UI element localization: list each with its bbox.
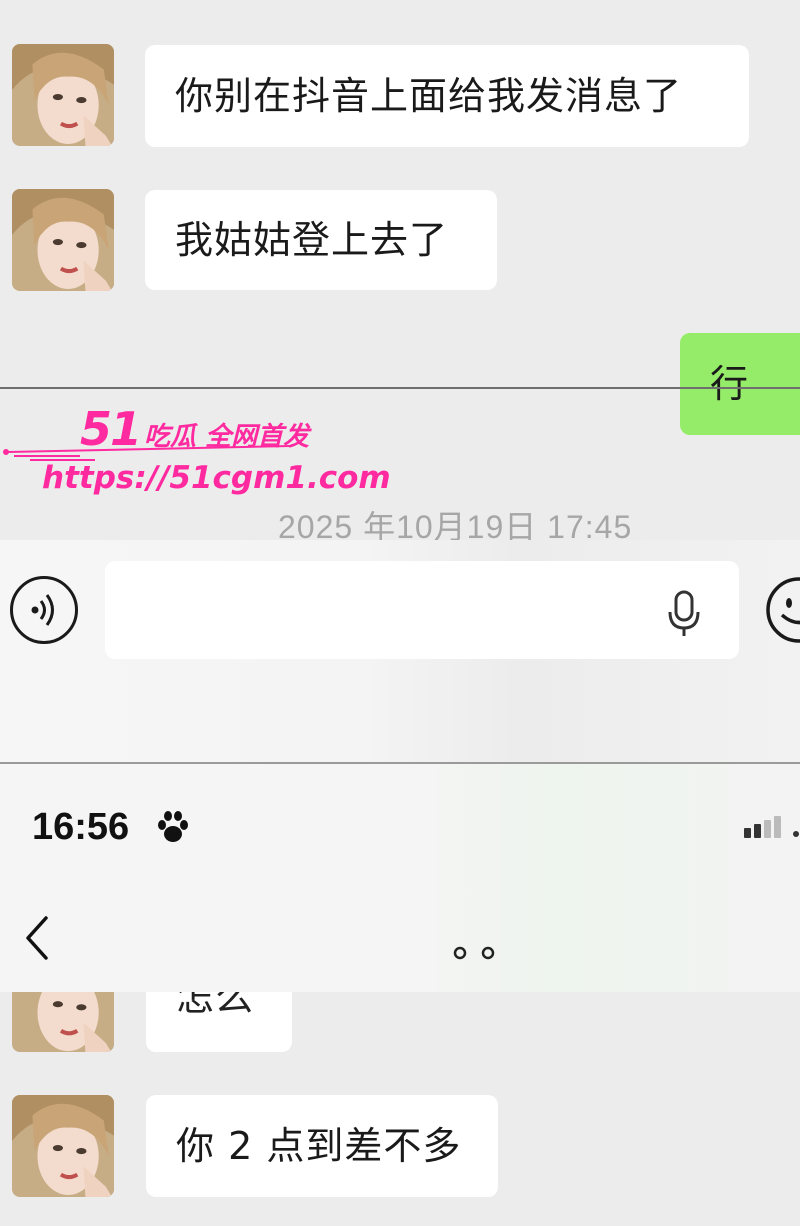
avatar-image [12, 189, 114, 291]
message-input[interactable] [105, 561, 739, 659]
watermark-tagline: 吃瓜 全网首发 [144, 422, 310, 452]
contact-avatar[interactable] [12, 1095, 114, 1197]
more-dots-icon[interactable] [453, 946, 497, 960]
watermark-number: 51 [80, 402, 142, 456]
avatar-image [12, 1095, 114, 1197]
signal-icon [744, 816, 799, 838]
paw-icon [158, 811, 188, 842]
message-text: 你 2 点到差不多 [176, 1124, 462, 1168]
message-bubble[interactable]: 怎么 [146, 992, 292, 1052]
message-text: 怎么 [176, 992, 255, 1019]
message-bubble[interactable]: 我姑姑登上去了 [145, 190, 497, 290]
message-text: 我姑姑登上去了 [175, 218, 449, 262]
message-text: 行 [710, 362, 750, 406]
voice-icon[interactable] [10, 576, 78, 644]
own-message-bubble[interactable]: 行 [680, 333, 800, 435]
back-chevron-icon[interactable] [22, 912, 50, 964]
message-bubble[interactable]: 你别在抖音上面给我发消息了 [145, 45, 749, 147]
header-area [0, 764, 800, 992]
contact-avatar[interactable] [12, 189, 114, 291]
screenshot-divider [0, 387, 800, 389]
message-text: 你别在抖音上面给我发消息了 [175, 74, 683, 118]
watermark-url: https://51cgm1.com [42, 460, 391, 496]
emoji-icon[interactable] [764, 575, 800, 645]
avatar-image [12, 44, 114, 146]
microphone-icon[interactable] [660, 588, 708, 638]
contact-avatar[interactable] [12, 44, 114, 146]
message-bubble[interactable]: 你 2 点到差不多 [146, 1095, 498, 1197]
status-time: 16:56 [32, 806, 130, 848]
watermark-brand: 51 吃瓜 全网首发 [80, 402, 309, 456]
contact-avatar[interactable] [12, 992, 114, 1052]
avatar-image [12, 992, 114, 1052]
